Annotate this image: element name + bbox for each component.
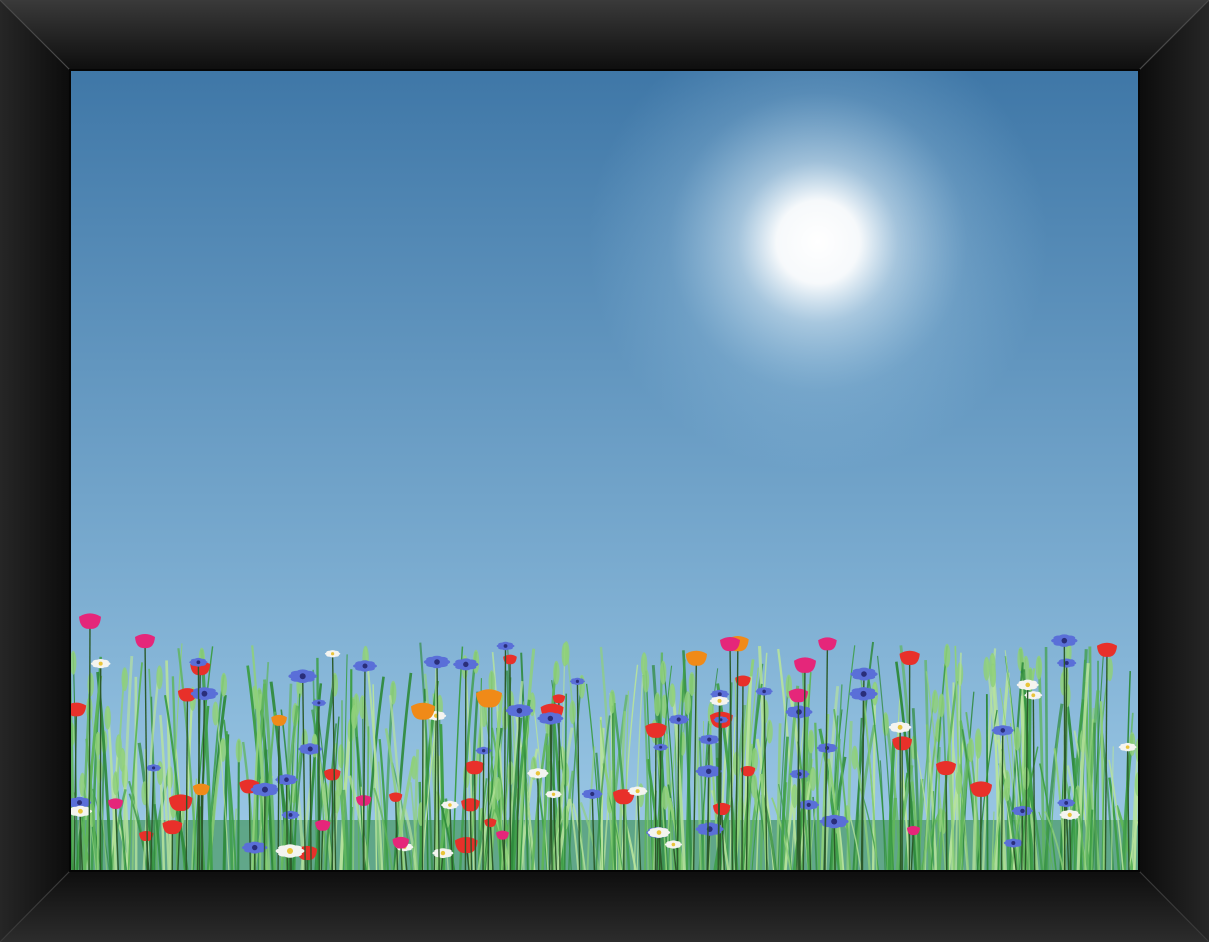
wheat-head (553, 660, 560, 685)
frame-left (0, 0, 70, 942)
wheat-head (751, 774, 758, 798)
wheat-head (983, 656, 990, 681)
wheat-head (791, 784, 798, 809)
wheat-head (561, 642, 568, 667)
frame-top (0, 0, 1209, 70)
wheat-head (220, 672, 227, 697)
wheat-head (1003, 777, 1010, 802)
landscape-scene (70, 70, 1138, 871)
wheat-head (410, 755, 418, 780)
sun (588, 70, 1048, 472)
grass-blade (1093, 722, 1098, 871)
wheat-head (351, 705, 358, 729)
wheat-head (654, 692, 661, 717)
wheat-head (1035, 655, 1043, 680)
wheat-head (337, 744, 345, 769)
wheat-head (660, 660, 667, 685)
wheat-head (967, 738, 975, 762)
wheat-head (684, 691, 691, 716)
grass-blade (352, 706, 356, 871)
wheat-head (104, 705, 111, 730)
grass-blade (418, 781, 423, 871)
wheat-head (569, 700, 576, 725)
wheat-head (121, 667, 128, 692)
wheat-head (737, 796, 745, 821)
frame-right (1139, 0, 1209, 942)
wheat-head (931, 689, 939, 714)
wheat-head (851, 745, 858, 770)
wheat-head (1014, 726, 1021, 751)
framed-picture (0, 0, 1209, 942)
wheat-head (87, 672, 94, 697)
wheat-head (943, 643, 951, 668)
wheat-head (688, 672, 696, 696)
wheat-head (662, 785, 669, 810)
grass-blade (644, 793, 648, 871)
picture-canvas (0, 0, 1209, 942)
wheat-head (807, 729, 815, 754)
wheat-head (989, 663, 997, 688)
wheat-head (938, 693, 945, 718)
wheat-head (1062, 665, 1069, 690)
wheat-head (669, 683, 676, 708)
wheat-head (809, 766, 817, 791)
wheat-head (235, 738, 243, 763)
wheat-head (975, 728, 982, 753)
wheat-head (494, 777, 502, 801)
grass-blade (889, 794, 893, 871)
wheat-head (212, 701, 219, 726)
wheat-head (156, 761, 164, 786)
grass-blade (1044, 646, 1049, 871)
wheat-head (156, 665, 163, 690)
frame-bottom (0, 871, 1209, 942)
wheat-head (642, 668, 650, 693)
wheat-head (112, 771, 120, 796)
wheat-head (766, 719, 773, 744)
